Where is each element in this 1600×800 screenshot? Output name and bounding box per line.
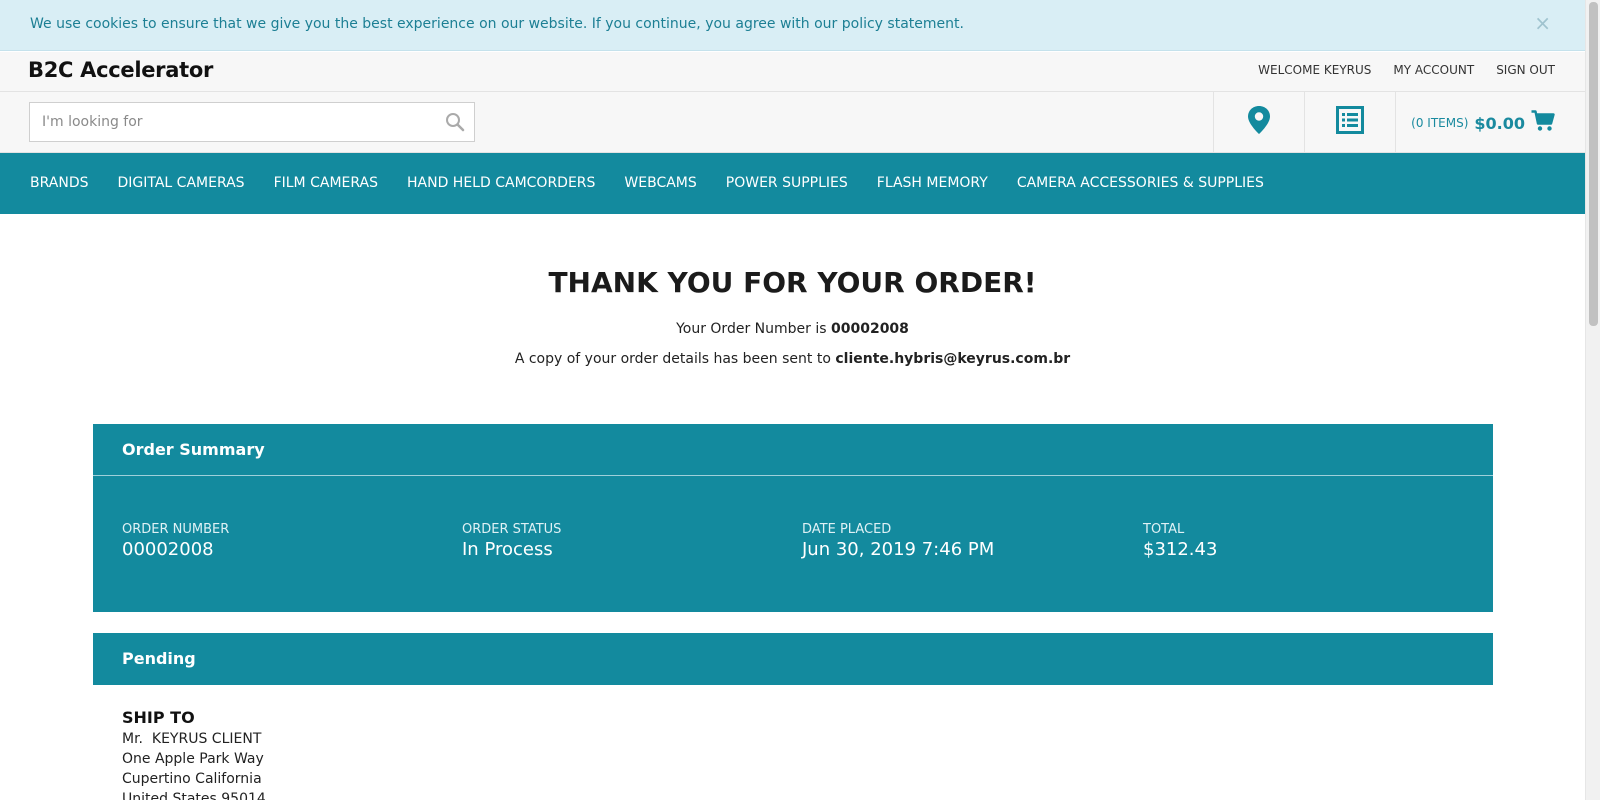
pending-heading: Pending xyxy=(93,633,1493,685)
my-account-link[interactable]: MY ACCOUNT xyxy=(1393,63,1474,77)
ship-to-city: Cupertino California xyxy=(122,771,262,787)
store-locator-button[interactable] xyxy=(1213,92,1304,152)
order-summary-panel: Order Summary ORDER NUMBER 00002008 ORDE… xyxy=(93,424,1493,612)
summary-order-number: ORDER NUMBER 00002008 xyxy=(122,522,229,560)
nav-item-camera-accessories[interactable]: CAMERA ACCESSORIES & SUPPLIES xyxy=(1017,175,1264,191)
summary-value: In Process xyxy=(462,539,553,560)
top-bar: B2C Accelerator WELCOME KEYRUS MY ACCOUN… xyxy=(0,52,1585,92)
welcome-link[interactable]: WELCOME KEYRUS xyxy=(1258,63,1371,77)
page-scrollbar[interactable] xyxy=(1585,0,1600,800)
summary-label: ORDER STATUS xyxy=(462,522,562,537)
cart-item-count: (0 ITEMS) xyxy=(1411,116,1469,130)
nav-list: BRANDS DIGITAL CAMERAS FILM CAMERAS HAND… xyxy=(30,175,1264,191)
page-title: THANK YOU FOR YOUR ORDER! xyxy=(548,266,1037,299)
page: We use cookies to ensure that we give yo… xyxy=(0,0,1585,800)
cart-total: $0.00 xyxy=(1474,113,1525,133)
site-logo[interactable]: B2C Accelerator xyxy=(28,58,213,82)
sign-out-link[interactable]: SIGN OUT xyxy=(1496,63,1555,77)
nav-item-flash-memory[interactable]: FLASH MEMORY xyxy=(877,175,988,191)
summary-label: TOTAL xyxy=(1143,522,1185,537)
order-number-line: Your Order Number is 00002008 xyxy=(0,321,1585,337)
order-summary-heading: Order Summary xyxy=(93,424,1493,476)
ship-to-street: One Apple Park Way xyxy=(122,751,264,767)
map-pin-icon xyxy=(1247,105,1271,139)
nav-item-film-cameras[interactable]: FILM CAMERAS xyxy=(274,175,378,191)
summary-order-status: ORDER STATUS In Process xyxy=(462,522,561,560)
search-input[interactable] xyxy=(30,103,430,141)
cookie-message: We use cookies to ensure that we give yo… xyxy=(30,16,964,32)
ship-to-name: Mr. KEYRUS CLIENT xyxy=(122,731,262,747)
nav-item-power-supplies[interactable]: POWER SUPPLIES xyxy=(726,175,848,191)
email-copy-line: A copy of your order details has been se… xyxy=(0,351,1585,367)
summary-label: ORDER NUMBER xyxy=(122,522,230,537)
summary-label: DATE PLACED xyxy=(802,522,892,537)
nav-item-hand-held-camcorders[interactable]: HAND HELD CAMCORDERS xyxy=(407,175,595,191)
ship-to-country: United States 95014 xyxy=(122,791,266,800)
summary-date-placed: DATE PLACED Jun 30, 2019 7:46 PM xyxy=(802,522,994,560)
search-box xyxy=(29,102,475,142)
list-icon xyxy=(1336,106,1364,138)
nav-item-webcams[interactable]: WEBCAMS xyxy=(624,175,696,191)
category-nav: BRANDS DIGITAL CAMERAS FILM CAMERAS HAND… xyxy=(0,153,1585,214)
ship-to-title: SHIP TO xyxy=(122,708,195,727)
search-row: (0 ITEMS) $0.00 xyxy=(0,92,1585,153)
summary-total: TOTAL $312.43 xyxy=(1143,522,1217,560)
order-number-prefix: Your Order Number is xyxy=(676,321,831,337)
mini-cart[interactable]: (0 ITEMS) $0.00 xyxy=(1411,110,1555,136)
summary-value: $312.43 xyxy=(1143,539,1218,560)
scrollbar-thumb[interactable] xyxy=(1589,2,1598,326)
shopping-cart-icon xyxy=(1531,110,1555,136)
search-icon[interactable] xyxy=(445,112,465,132)
order-number: 00002008 xyxy=(830,321,909,337)
summary-value: 00002008 xyxy=(122,539,214,560)
close-icon[interactable]: × xyxy=(1534,13,1551,33)
summary-value: Jun 30, 2019 7:46 PM xyxy=(802,539,995,560)
nav-item-brands[interactable]: BRANDS xyxy=(30,175,88,191)
confirmation-email: cliente.hybris@keyrus.com.br xyxy=(835,351,1071,367)
ship-to-block: SHIP TO Mr. KEYRUS CLIENT One Apple Park… xyxy=(122,708,266,800)
order-list-button[interactable] xyxy=(1304,92,1395,152)
nav-item-digital-cameras[interactable]: DIGITAL CAMERAS xyxy=(117,175,244,191)
cookie-banner: We use cookies to ensure that we give yo… xyxy=(0,0,1585,51)
account-links: WELCOME KEYRUS MY ACCOUNT SIGN OUT xyxy=(1258,63,1555,77)
email-copy-prefix: A copy of your order details has been se… xyxy=(514,351,836,367)
